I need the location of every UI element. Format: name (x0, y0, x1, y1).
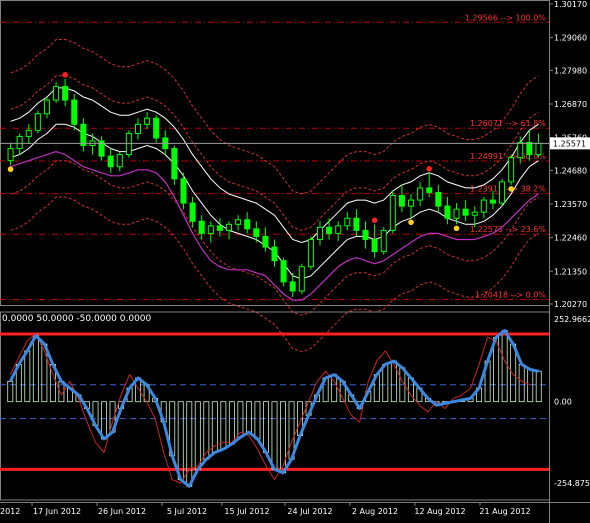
candle-body (16, 135, 23, 150)
current-price-label: 1.25571 (553, 139, 586, 148)
candle-body (271, 246, 278, 262)
price-tick-label: 1.30170 (554, 0, 587, 9)
candle-body (344, 217, 351, 227)
candle-body (326, 226, 333, 234)
candle-body (53, 85, 60, 101)
chart-background (0, 0, 590, 523)
candle-body (307, 238, 314, 268)
candle-body (462, 208, 469, 216)
candle-body (216, 225, 223, 231)
trading-chart: 1.29566 --> 100.0%1.26071 --> 61.8%1.249… (0, 0, 590, 523)
candle-body (116, 154, 123, 168)
time-label: 24 Jul 2012 (287, 507, 332, 516)
candle-body (144, 117, 151, 125)
signal-dot (426, 165, 433, 172)
price-tick-label: 1.21350 (554, 267, 587, 276)
signal-dot (62, 72, 68, 78)
cci-tick-label: 252.9662 (554, 315, 590, 324)
candle-body (171, 148, 178, 180)
candle-body (499, 181, 506, 204)
candle-body (225, 223, 232, 231)
price-tick-label: 1.26870 (554, 100, 587, 109)
candle-body (371, 238, 378, 253)
candle-body (526, 141, 533, 156)
time-label: 12 Aug 2012 (414, 507, 465, 516)
price-tick-label: 1.22460 (554, 234, 587, 243)
candle-body (134, 123, 141, 134)
candle-body (380, 229, 387, 253)
candle-body (262, 235, 269, 248)
candle-body (389, 195, 396, 231)
fib-label: 1.20418 --> 0.0% (475, 291, 546, 300)
candle-body (107, 155, 114, 168)
candle-body (207, 225, 214, 234)
candle-body (25, 129, 32, 137)
indicator-header: 0.0000 50.0000 -50.0000 0.0000 (2, 314, 152, 324)
candle-body (125, 132, 132, 156)
candle-body (517, 141, 524, 159)
candle-body (471, 211, 478, 216)
candle-body (71, 99, 78, 125)
cci-tick-label: -254.8759 (554, 479, 590, 488)
candle-body (298, 266, 305, 292)
candle-body (444, 205, 451, 219)
candle-body (253, 228, 260, 237)
candle-body (480, 199, 487, 213)
candle-body (535, 142, 542, 156)
candle-body (408, 199, 415, 207)
candle-body (398, 195, 405, 207)
candle-body (235, 219, 242, 225)
candle-body (62, 85, 69, 101)
candle-body (435, 191, 442, 207)
candle-body (34, 113, 41, 131)
candle-body (489, 199, 496, 204)
fib-label: 1.29566 --> 100.0% (465, 13, 547, 22)
candle-body (153, 117, 160, 139)
candle-body (80, 123, 87, 147)
candle-body (180, 178, 187, 204)
candle-body (317, 226, 324, 240)
time-label: 26 Jun 2012 (98, 507, 146, 516)
candle-body (43, 99, 50, 115)
candle-body (426, 187, 433, 193)
price-tick-label: 1.29060 (554, 34, 587, 43)
candle-body (453, 208, 460, 219)
signal-dot (508, 186, 514, 192)
candle-body (280, 260, 287, 283)
signal-dot (408, 219, 414, 226)
price-tick-label: 1.23570 (554, 200, 587, 209)
candle-body (189, 202, 196, 222)
candle-body (508, 157, 515, 183)
time-label: 5 Jul 2012 (167, 507, 207, 516)
candle-body (362, 229, 369, 240)
candle-body (7, 148, 14, 162)
candle-body (353, 217, 360, 231)
time-label: 17 Jun 2012 (33, 507, 81, 516)
candle-body (417, 187, 424, 201)
candle-body (244, 219, 251, 230)
price-tick-label: 1.24680 (554, 166, 587, 175)
candle-body (198, 220, 205, 234)
price-tick-label: 1.20270 (554, 300, 587, 309)
candle-body (335, 225, 342, 234)
signal-dot (7, 166, 14, 173)
signal-dot (453, 225, 460, 232)
signal-dot (371, 217, 378, 224)
time-label: 15 Jul 2012 (224, 507, 269, 516)
candle-body (289, 281, 296, 292)
price-tick-label: 1.27980 (554, 66, 587, 75)
cci-tick-label: 0.00 (554, 398, 572, 407)
time-label: 2 Aug 2012 (352, 507, 398, 516)
time-label: 21 Aug 2012 (479, 507, 530, 516)
fib-label: 1.22573 --> 23.6% (470, 225, 546, 234)
time-label-partial: 2012 (0, 507, 20, 516)
